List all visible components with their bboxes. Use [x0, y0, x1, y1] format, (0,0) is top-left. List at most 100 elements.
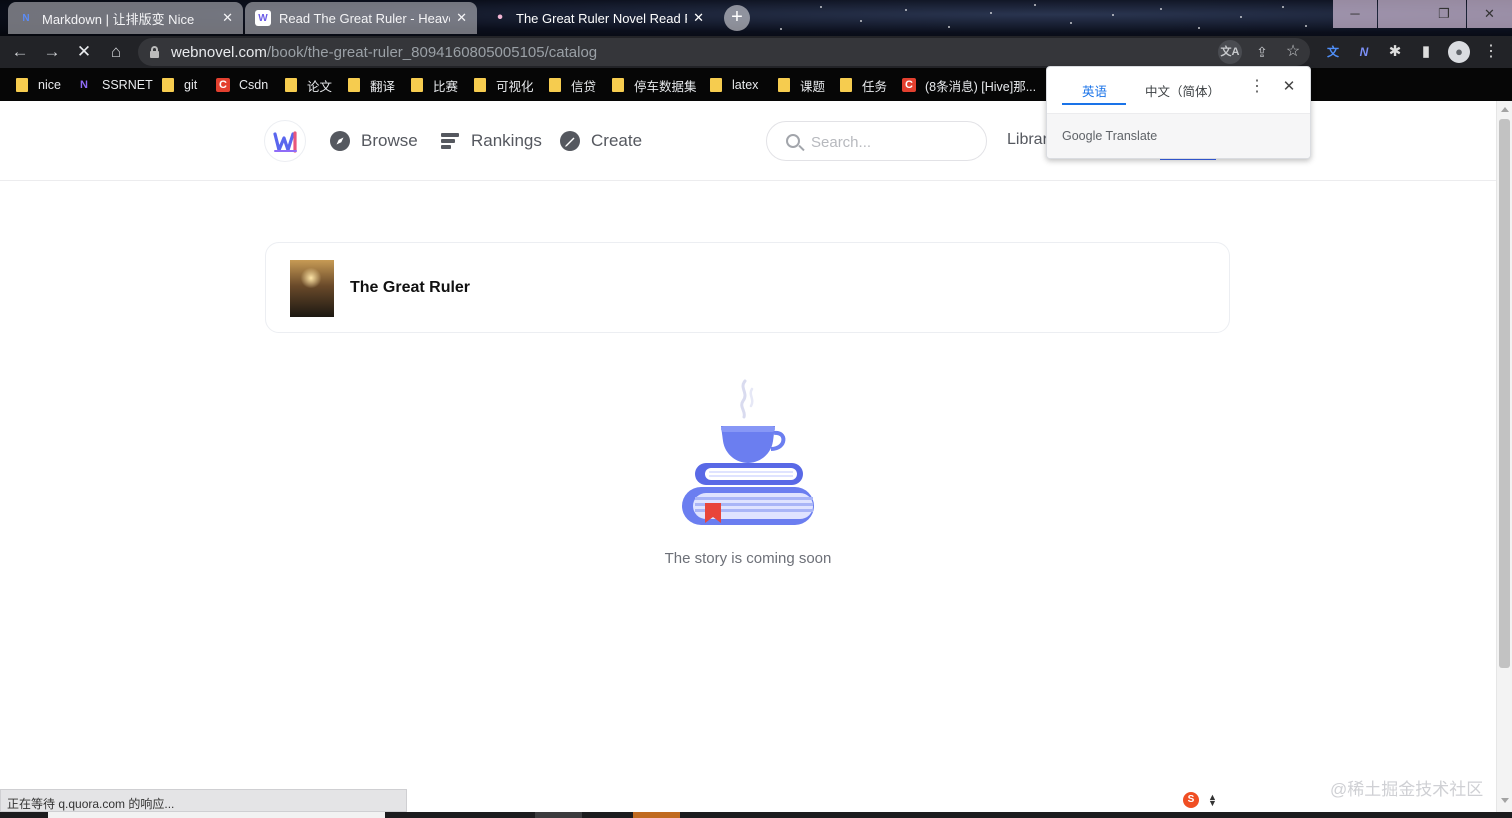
- csdn-icon: C: [216, 78, 230, 92]
- taskbar-item[interactable]: [633, 812, 680, 818]
- folder-icon: [778, 78, 790, 92]
- close-icon[interactable]: ✕: [222, 10, 233, 26]
- folder-icon: [411, 78, 423, 92]
- bookmark-label: nice: [38, 78, 61, 92]
- bookmark-star-icon[interactable]: ☆: [1281, 40, 1305, 64]
- bookmark-label: 课题: [800, 79, 826, 94]
- stop-loading-icon[interactable]: ✕: [72, 40, 96, 64]
- site-search-box[interactable]: [766, 121, 987, 161]
- bookmark-keshihua[interactable]: 可视化: [474, 76, 534, 94]
- scrollbar-thumb[interactable]: [1499, 119, 1510, 668]
- bookmark-ssrnet[interactable]: N SSRNET: [80, 76, 153, 94]
- forward-arrow-icon[interactable]: →: [40, 40, 64, 64]
- search-input[interactable]: [811, 131, 971, 153]
- menu-more-icon[interactable]: ⋮: [1480, 41, 1502, 63]
- bookmark-csdn[interactable]: C Csdn: [216, 76, 268, 94]
- scroll-down-arrow-icon[interactable]: [1501, 798, 1509, 803]
- webnovel-logo[interactable]: [264, 120, 306, 162]
- nav-create[interactable]: Create: [559, 127, 642, 155]
- webnovel-page: Browse Rankings Create Librar The Great …: [0, 101, 1496, 790]
- puzzle-extensions-icon[interactable]: ✱: [1384, 41, 1406, 63]
- bookmark-label: 翻译: [370, 79, 396, 94]
- webnovel-logo-icon: [273, 131, 297, 153]
- target-language-tab[interactable]: 中文（简体）: [1145, 81, 1220, 100]
- minimize-button[interactable]: ─: [1333, 0, 1377, 28]
- bookmark-bisai[interactable]: 比赛: [411, 76, 458, 94]
- quora-loading-favicon: •: [497, 9, 503, 26]
- home-icon[interactable]: ⌂: [104, 40, 128, 64]
- book-card[interactable]: The Great Ruler: [265, 242, 1230, 333]
- bookmark-xindai[interactable]: 信贷: [549, 76, 596, 94]
- translate-extension-icon[interactable]: 文: [1322, 41, 1344, 63]
- address-path: /book/the-great-ruler_8094160805005105/c…: [266, 44, 598, 61]
- page-scrollbar[interactable]: [1496, 101, 1512, 812]
- csdn-icon: C: [902, 78, 916, 92]
- webnovel-favicon: W: [255, 10, 271, 26]
- close-icon[interactable]: ✕: [1280, 78, 1298, 96]
- floating-s-icon[interactable]: S: [1183, 792, 1199, 808]
- extension-icon[interactable]: N: [1353, 41, 1375, 63]
- bookmark-keti[interactable]: 课题: [778, 76, 825, 94]
- new-tab-button[interactable]: +: [724, 5, 750, 31]
- bookmark-git[interactable]: git: [162, 76, 197, 94]
- bookmark-label: 比赛: [433, 79, 459, 94]
- coffee-books-illustration: [682, 379, 814, 525]
- book-cover-image[interactable]: [290, 260, 334, 317]
- nav-rankings[interactable]: Rankings: [439, 127, 542, 155]
- bookmark-label: latex: [732, 78, 759, 92]
- share-icon[interactable]: ⇪: [1250, 40, 1274, 64]
- google-translate-brand: Google Translate: [1062, 129, 1158, 143]
- maximize-button[interactable]: ❐: [1422, 0, 1466, 28]
- close-window-button[interactable]: ✕: [1467, 0, 1512, 28]
- back-arrow-icon[interactable]: ←: [8, 40, 32, 64]
- empty-state-message: The story is coming soon: [664, 550, 832, 567]
- bookmark-latex[interactable]: latex: [710, 76, 758, 94]
- pen-icon: [560, 131, 580, 151]
- bookmark-label: (8条消息) [Hive]那...: [925, 79, 1037, 94]
- address-url[interactable]: webnovel.com/book/the-great-ruler_809416…: [171, 44, 597, 61]
- taskbar-item[interactable]: [48, 812, 385, 818]
- float-arrows-icon[interactable]: ▲ ▼: [1208, 793, 1217, 808]
- taskbar-item[interactable]: [535, 812, 582, 818]
- tab-great-ruler-novel[interactable]: • The Great Ruler Novel Read F ✕: [482, 2, 714, 34]
- more-options-icon[interactable]: ⋮: [1249, 78, 1265, 96]
- side-panel-icon[interactable]: ▮: [1415, 41, 1437, 63]
- tab-markdown-nice[interactable]: N Markdown | 让排版变 Nice ✕: [8, 2, 243, 34]
- bookmark-nice[interactable]: nice: [16, 76, 61, 94]
- taskbar: [0, 812, 1512, 818]
- tab-strip: N Markdown | 让排版变 Nice ✕ W Read The Grea…: [0, 0, 1512, 36]
- tab-read-great-ruler[interactable]: W Read The Great Ruler - Heave ✕: [245, 2, 477, 34]
- bookmark-lunwen[interactable]: 论文: [285, 76, 332, 94]
- bookmark-fanyi[interactable]: 翻译: [348, 76, 395, 94]
- source-language-tab[interactable]: 英语: [1082, 81, 1107, 100]
- bookmark-label: 论文: [307, 79, 333, 94]
- folder-icon: [285, 78, 297, 92]
- address-bar[interactable]: webnovel.com/book/the-great-ruler_809416…: [138, 38, 1310, 66]
- search-icon: [786, 134, 800, 148]
- bookmark-label: 可视化: [496, 79, 534, 94]
- close-icon[interactable]: ✕: [456, 10, 467, 26]
- folder-icon: [549, 78, 561, 92]
- address-host: webnovel.com: [171, 44, 267, 61]
- library-link[interactable]: Librar: [1007, 131, 1048, 149]
- folder-icon: [162, 78, 174, 92]
- profile-avatar-icon[interactable]: ●: [1448, 41, 1470, 63]
- bookmark-renwu[interactable]: 任务: [840, 76, 887, 94]
- lock-icon[interactable]: [150, 46, 159, 58]
- folder-icon: [612, 78, 624, 92]
- page-translate-icon[interactable]: 文A: [1218, 40, 1242, 64]
- book-title[interactable]: The Great Ruler: [350, 279, 470, 297]
- browser-toolbar: ← → ✕ ⌂ webnovel.com/book/the-great-rule…: [0, 36, 1512, 68]
- tab-title: The Great Ruler Novel Read F: [516, 10, 688, 26]
- bookmark-tingche[interactable]: 停车数据集: [612, 76, 697, 94]
- tab-title: Read The Great Ruler - Heave: [279, 10, 451, 26]
- nav-label: Rankings: [471, 131, 542, 150]
- nav-browse[interactable]: Browse: [329, 127, 418, 155]
- close-icon[interactable]: ✕: [693, 10, 704, 26]
- folder-icon: [16, 78, 28, 92]
- scroll-up-arrow-icon[interactable]: [1501, 107, 1509, 112]
- status-bubble: 正在等待 q.quora.com 的响应...: [0, 789, 407, 812]
- folder-icon: [348, 78, 360, 92]
- bookmark-hive[interactable]: C (8条消息) [Hive]那...: [902, 76, 1036, 94]
- restore-icon-area: [1378, 0, 1422, 28]
